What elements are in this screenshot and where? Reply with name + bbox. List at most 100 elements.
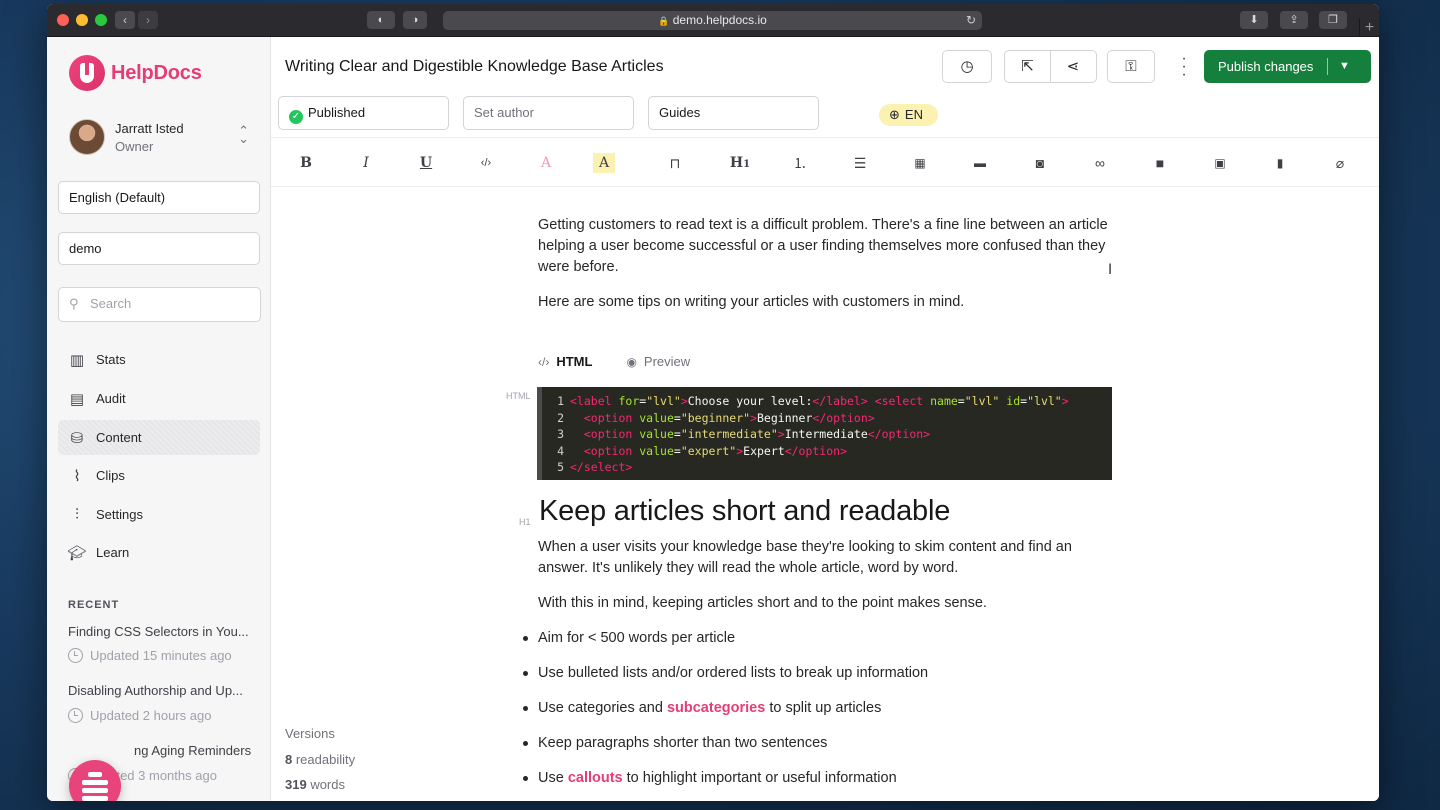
tabs-overview-icon[interactable]: ❐ (1319, 11, 1347, 29)
search-input[interactable]: ⚲ Search (58, 287, 261, 322)
list-item[interactable]: Use callouts to highlight important or u… (523, 763, 1113, 798)
address-bar[interactable]: 🔒 demo.helpdocs.io ↻ (443, 11, 982, 30)
inline-code-icon[interactable]: ‹/› (475, 153, 497, 173)
word-count: 319 words (285, 777, 345, 792)
reload-icon[interactable]: ↻ (966, 11, 976, 30)
back-button[interactable]: ‹ (115, 11, 135, 29)
bullet-list-icon[interactable]: ☰ (849, 153, 871, 173)
user-switcher[interactable]: Jarratt Isted Owner ⌃ ⌄ (69, 117, 249, 157)
image-icon[interactable]: ▣ (1209, 153, 1231, 173)
sidebar-item-label: Settings (96, 507, 143, 522)
page-title[interactable]: Writing Clear and Digestible Knowledge B… (285, 58, 664, 76)
underline-icon[interactable]: U (415, 153, 437, 173)
section-paragraph[interactable]: With this in mind, keeping articles shor… (538, 593, 1113, 614)
ordered-list-icon[interactable]: ⒈ (789, 153, 811, 173)
code-icon: ‹/› (538, 354, 550, 369)
category-select[interactable]: Guides (648, 96, 819, 130)
clock-icon (68, 648, 83, 663)
tab-preview[interactable]: ◉ Preview (626, 354, 690, 369)
subcategories-link[interactable]: subcategories (667, 700, 765, 716)
tab-label: HTML (556, 354, 593, 369)
more-options-icon[interactable]: · · · (1179, 51, 1189, 83)
settings-key-button[interactable]: ⚿ (1107, 50, 1155, 83)
tab-html[interactable]: ‹/› HTML (538, 354, 592, 369)
history-button[interactable]: ◷ (942, 50, 992, 83)
audit-icon: ▤ (69, 390, 85, 408)
sidebar-item-audit[interactable]: ▤ Audit (58, 381, 260, 416)
status-select[interactable]: ✓ Published (278, 96, 449, 130)
zoom-window-button[interactable] (95, 14, 107, 26)
chevron-down-icon[interactable]: ▼ (1339, 50, 1350, 83)
sidebar-item-content[interactable]: ⛁ Content (58, 420, 260, 455)
minimize-window-button[interactable] (76, 14, 88, 26)
code-block-tabs: ‹/› HTML ◉ Preview (538, 354, 724, 369)
text-color-icon[interactable]: A (535, 153, 557, 173)
content-icon: ⛁ (70, 429, 84, 447)
recent-item-title[interactable]: ng Aging Reminders (134, 743, 264, 758)
settings-icon: ⫶ (75, 506, 79, 523)
key-icon: ⚿ (1125, 58, 1137, 75)
formatting-toolbar: B I U ‹/› A A ⊓ H1 ⒈ ☰ ▦ ▬ ◙ ∞ ■ ▣ ▮ ⌀ (271, 137, 1379, 187)
file-icon[interactable]: ▮ (1269, 153, 1291, 173)
user-name: Jarratt Isted (115, 120, 184, 136)
sidebar-item-settings[interactable]: ⫶ Settings (58, 497, 260, 532)
list-item[interactable]: Aim for < 500 words per article (523, 623, 1113, 658)
download-icon[interactable]: ⬇ (1240, 11, 1268, 29)
workspace-select[interactable]: demo (58, 232, 260, 265)
heading-icon[interactable]: H1 (727, 153, 753, 173)
gutter-block-type-h1: H1 (519, 517, 531, 527)
sidebar-item-learn[interactable]: 🎓︎ Learn (58, 535, 260, 570)
recent-item-title[interactable]: Finding CSS Selectors in You... (68, 624, 253, 639)
chevron-updown-icon: ⌃ ⌄ (238, 123, 249, 146)
callout-icon[interactable]: ▬ (969, 153, 991, 173)
section-heading[interactable]: Keep articles short and readable (539, 495, 950, 528)
list-item[interactable]: Keep paragraphs shorter than two sentenc… (523, 728, 1113, 763)
bold-icon[interactable]: B (295, 153, 317, 173)
lock-icon: 🔒 (658, 16, 670, 26)
intro-paragraph[interactable]: Getting customers to read text is a diff… (538, 215, 1113, 278)
section-paragraph[interactable]: When a user visits your knowledge base t… (538, 537, 1113, 579)
privacy-shield-icon[interactable]: ◑ (403, 11, 427, 29)
learn-icon: 🎓︎ (67, 544, 87, 562)
link-icon[interactable]: ∞ (1089, 153, 1111, 173)
external-link-icon[interactable]: ⇱ (1006, 51, 1051, 82)
recent-item-title[interactable]: Disabling Authorship and Up... (68, 683, 253, 698)
author-select[interactable]: Set author (463, 96, 634, 130)
code-line: 1 <label for="lvl">Choose your level:</la… (557, 394, 1069, 408)
sidebar-item-label: Content (96, 430, 142, 445)
search-placeholder: Search (90, 296, 132, 311)
code-line: 2 <option value="beginner">Beginner</opt… (557, 410, 875, 425)
forward-button[interactable]: › (138, 11, 158, 29)
share-nodes-icon[interactable]: ⋖ (1051, 51, 1096, 82)
avatar (69, 119, 105, 155)
accordion-icon[interactable]: ◙ (1029, 153, 1051, 173)
language-badge[interactable]: ⊕ EN (879, 104, 938, 126)
highlight-icon[interactable]: A (593, 153, 615, 173)
status-label: Published (308, 105, 366, 120)
sidebar-item-clips[interactable]: ⌇ Clips (58, 458, 260, 493)
recent-updated-text: Updated 15 minutes ago (90, 648, 232, 663)
tips-paragraph[interactable]: Here are some tips on writing your artic… (538, 292, 1113, 313)
helpdocs-logo[interactable]: HelpDocs (69, 55, 202, 91)
publish-changes-button[interactable]: Publish changes ▼ (1204, 50, 1371, 83)
sidebar-item-stats[interactable]: ▥ Stats (58, 342, 260, 377)
callouts-link[interactable]: callouts (568, 770, 623, 786)
list-item[interactable]: Use categories and subcategories to spli… (523, 693, 1113, 728)
close-window-button[interactable] (57, 14, 69, 26)
table-icon[interactable]: ▦ (909, 153, 931, 173)
lock-icon[interactable]: ⊓ (664, 153, 686, 173)
new-tab-button[interactable]: + (1359, 18, 1379, 37)
recent-updated-text: Updated 2 hours ago (90, 708, 212, 723)
italic-icon[interactable]: I (355, 153, 377, 173)
language-select[interactable]: English (Default) (58, 181, 260, 214)
recent-item-updated: Updated 2 hours ago (68, 708, 211, 723)
attachment-icon[interactable]: ⌀ (1329, 153, 1351, 173)
extension-icon[interactable]: ◐ (367, 11, 395, 29)
sidebar-item-label: Audit (96, 391, 126, 406)
code-editor[interactable]: 1 <label for="lvl">Choose your level:</la… (537, 387, 1112, 480)
list-item[interactable]: Use bulleted lists and/or ordered lists … (523, 658, 1113, 693)
share-icon[interactable]: ⇪ (1280, 11, 1308, 29)
versions-link[interactable]: Versions (285, 726, 335, 741)
embed-icon[interactable]: ■ (1149, 153, 1171, 173)
help-beacon-button[interactable] (69, 760, 121, 801)
